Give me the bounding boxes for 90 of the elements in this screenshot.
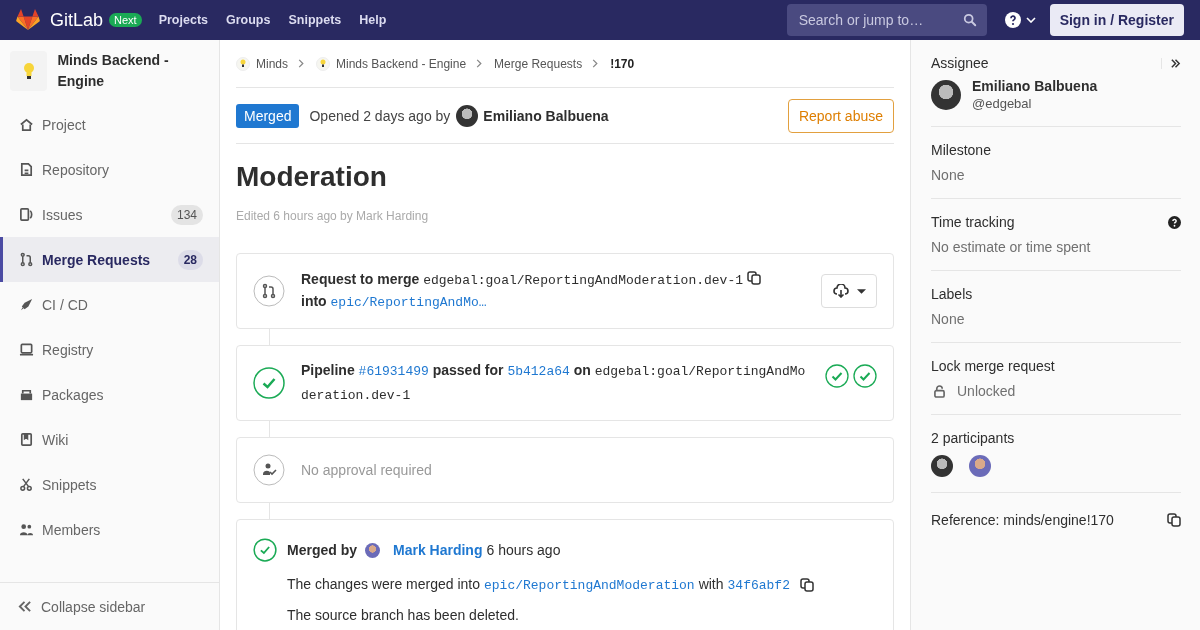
merged-by-label: Merged by — [287, 542, 357, 558]
brand-name[interactable]: GitLab — [50, 9, 104, 31]
nav-link[interactable]: Projects — [158, 13, 208, 27]
nav-link[interactable]: Groups — [226, 13, 271, 27]
scissors-icon — [19, 477, 34, 492]
chevron-right-icon — [476, 59, 483, 68]
registry-icon — [19, 342, 34, 357]
help-icon[interactable] — [1004, 12, 1021, 28]
sign-in-button[interactable]: Sign in / Register — [1049, 4, 1184, 36]
section-value: No estimate or time spent — [931, 239, 1092, 255]
project-name[interactable]: Minds Backend - Engine — [57, 50, 209, 92]
sidebar-item[interactable]: Issues 134 — [0, 192, 219, 237]
copy-icon[interactable] — [1167, 513, 1181, 527]
next-badge: Next — [109, 13, 142, 27]
success-check-icon — [253, 367, 285, 399]
nav-link[interactable]: Help — [359, 13, 387, 27]
section-value: None — [931, 311, 966, 327]
collapse-sidebar-button[interactable]: Collapse sidebar — [0, 582, 219, 630]
approval-text: No approval required — [301, 462, 432, 478]
sidebar-item[interactable]: Packages — [0, 372, 219, 417]
section-label: Lock merge request — [931, 357, 1055, 375]
sidebar-item[interactable]: Merge Requests 28 — [0, 237, 219, 282]
assignee-label: Assignee — [931, 54, 989, 72]
count-badge: 28 — [177, 249, 203, 270]
edited-note: Edited 6 hours ago by Mark Harding — [236, 209, 430, 223]
user-check-icon — [253, 454, 285, 486]
sidebar-item[interactable]: Members — [0, 507, 219, 552]
merged-time: 6 hours ago — [486, 542, 561, 558]
breadcrumb-link[interactable]: Minds Backend - Engine — [336, 56, 467, 71]
sidebar-item[interactable]: Repository — [0, 147, 219, 192]
chevron-right-icon — [592, 59, 599, 68]
merge-request-title: Moderation — [236, 160, 388, 194]
widget-card: Request to merge edgebal:goal/ReportingAndModeration.dev-1 into epic/ReportingAndMo… — [236, 253, 894, 329]
sidebar-item[interactable]: CI / CD — [0, 282, 219, 327]
section-label: Reference: minds/engine!170 — [931, 511, 1114, 529]
sidebar-item[interactable]: Snippets — [0, 462, 219, 507]
count-badge: 134 — [170, 204, 203, 225]
copy-icon[interactable] — [746, 271, 761, 285]
author-link[interactable]: Emiliano Balbuena — [483, 107, 609, 124]
section-label: Labels — [931, 285, 973, 303]
opened-text: Opened 2 days ago by — [309, 107, 451, 124]
section-value: Unlocked — [957, 383, 1016, 399]
assignee-username: @edgebal — [972, 96, 1033, 111]
participant-avatar[interactable] — [931, 455, 953, 477]
help-icon[interactable] — [1168, 215, 1181, 229]
book-icon — [19, 432, 34, 447]
search-icon — [962, 13, 977, 27]
issues-icon — [19, 207, 34, 222]
stage-passed-icon[interactable] — [825, 364, 849, 388]
home-icon — [19, 117, 34, 132]
breadcrumb-link[interactable]: !170 — [610, 56, 635, 71]
breadcrumb-link[interactable]: Minds — [256, 56, 288, 71]
users-icon — [19, 522, 34, 537]
merged-status-badge: Merged — [236, 103, 300, 128]
merge-note: The changes were merged into epic/ReportingAndModeration with 34f6abf2 — [287, 576, 790, 593]
merge-icon — [19, 252, 34, 267]
nav-link[interactable]: Snippets — [288, 13, 342, 27]
pipeline-status-text: Pipeline #61931499 passed for 5b412a64 on edgebal:goal/ReportingAndModeration.dev-1 — [301, 361, 807, 405]
double-chevron-icon — [17, 599, 32, 614]
file-icon — [19, 162, 34, 177]
chevron-right-icon — [298, 59, 304, 68]
chevron-down-icon[interactable] — [1025, 17, 1036, 23]
sidebar-item[interactable]: Wiki — [0, 417, 219, 462]
search-field[interactable]: Search or jump to… — [796, 11, 963, 29]
unlocked-icon — [934, 384, 945, 398]
sidebar-item[interactable]: Project — [0, 102, 219, 147]
section-value: None — [931, 167, 966, 183]
assignee-name[interactable]: Emiliano Balbuena — [972, 78, 1098, 94]
merge-note: The source branch has been deleted. — [287, 607, 519, 623]
user-avatar[interactable] — [931, 79, 961, 110]
success-check-icon — [253, 538, 277, 562]
rocket-icon — [19, 297, 34, 312]
section-label: Milestone — [931, 141, 991, 159]
download-dropdown-button[interactable] — [821, 274, 877, 308]
merge-request-icon — [253, 275, 285, 307]
copy-icon[interactable] — [799, 577, 814, 592]
target-branch-link[interactable]: epic/ReportingAndMo… — [330, 295, 487, 310]
package-icon — [19, 387, 34, 402]
breadcrumb-link[interactable]: Merge Requests — [494, 56, 583, 71]
double-chevron-icon[interactable] — [1161, 57, 1181, 69]
sidebar-item[interactable]: Registry — [0, 327, 219, 372]
section-label: Time tracking — [931, 213, 1015, 231]
user-link[interactable]: Mark Harding — [393, 542, 483, 558]
section-label: 2 participants — [931, 429, 1015, 447]
stage-passed-icon[interactable] — [853, 364, 877, 388]
user-avatar[interactable] — [456, 104, 479, 127]
gitlab-logo-icon[interactable] — [16, 9, 40, 31]
caret-icon — [856, 288, 866, 294]
cloud-download-icon — [832, 284, 849, 298]
search-box[interactable]: Search or jump to… — [786, 4, 987, 36]
